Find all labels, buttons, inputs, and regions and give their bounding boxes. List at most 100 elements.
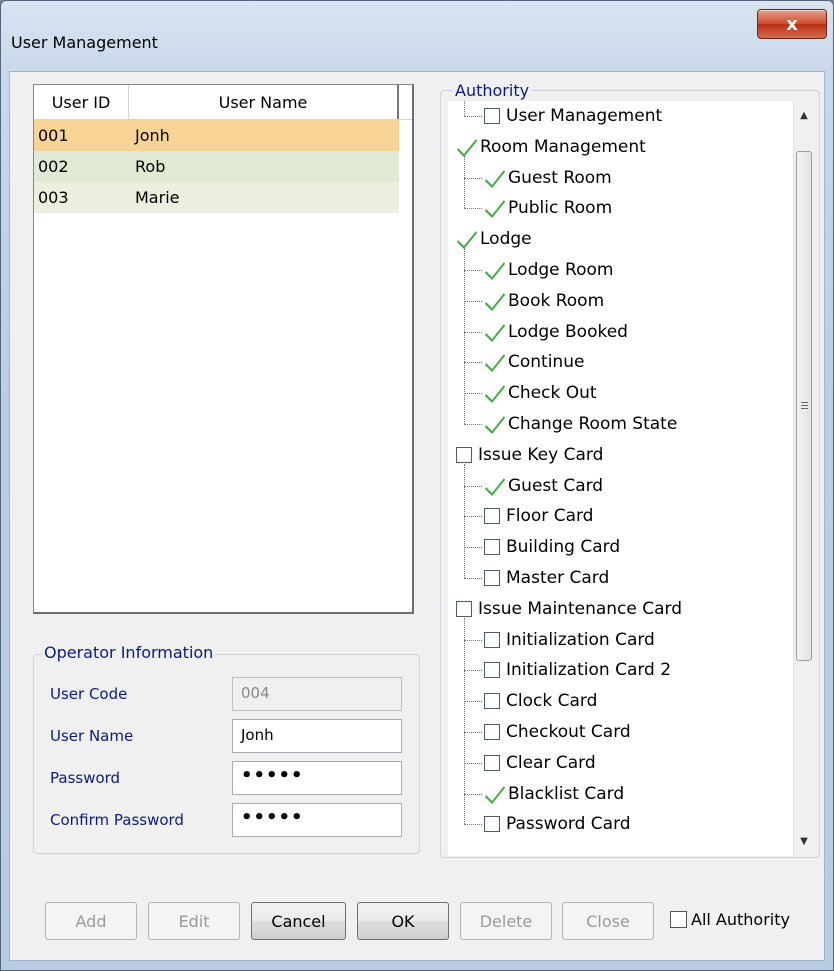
column-header-user-id[interactable]: User ID [34,85,129,119]
authority-group: Authority ▲ ▼ User Management Room Manage… [440,81,820,858]
checkbox-icon[interactable] [484,662,500,679]
authority-tree-item[interactable]: Floor Card [484,501,593,531]
user-row[interactable]: 003 Marie [34,182,399,213]
tree-connector-line [464,393,482,395]
checkbox-icon[interactable] [484,108,500,124]
checkbox-icon[interactable] [484,693,500,710]
authority-tree-item[interactable]: Guest Card [484,471,603,501]
authority-tree-item[interactable]: Lodge Room [484,255,613,285]
green-checkmark-icon[interactable] [484,351,506,373]
password-field[interactable]: ••••• [232,761,402,795]
authority-tree[interactable]: ▲ ▼ User Management Room Management Guest … [448,101,813,856]
authority-scrollbar[interactable]: ▲ ▼ [793,101,813,856]
green-checkmark-icon[interactable] [484,783,506,805]
authority-item-label: Initialization Card [506,629,655,650]
authority-tree-item[interactable]: Book Room [484,286,604,316]
green-checkmark-icon[interactable] [456,228,478,250]
authority-tree-item[interactable]: Blacklist Card [484,779,624,809]
tree-connector-line [464,463,465,578]
confirm-password-field[interactable]: ••••• [232,803,402,837]
authority-tree-item[interactable]: Guest Room [484,163,612,193]
authority-tree-item[interactable]: Checkout Card [484,717,631,747]
add-button[interactable]: Add [45,902,137,940]
scrollbar-thumb[interactable] [796,151,812,661]
scroll-up-arrow-icon[interactable]: ▲ [794,105,813,125]
checkbox-icon[interactable] [484,570,500,586]
green-checkmark-icon[interactable] [456,136,478,158]
authority-tree-item[interactable]: Password Card [484,809,631,839]
tree-connector-line [464,670,482,672]
user-code-field[interactable]: 004 [232,677,402,711]
user-id-cell: 001 [38,126,69,145]
tree-connector-line [464,701,482,703]
authority-item-label: Change Room State [508,414,678,434]
green-checkmark-icon[interactable] [484,475,506,497]
authority-tree-item[interactable]: User Management [484,101,662,131]
authority-item-label: Issue Key Card [478,444,604,465]
green-checkmark-icon[interactable] [484,197,506,219]
authority-item-label: Password Card [506,814,631,835]
checkbox-icon[interactable] [484,539,500,556]
authority-tree-item[interactable]: Lodge [456,224,532,254]
authority-tree-item[interactable]: Building Card [484,532,620,562]
checkbox-icon[interactable] [484,816,500,833]
authority-item-label: Initialization Card 2 [506,660,672,681]
authority-tree-item[interactable]: Check Out [484,378,597,408]
checkbox-icon[interactable] [484,754,500,771]
window-title: User Management [11,33,158,52]
green-checkmark-icon[interactable] [484,321,506,343]
all-authority-checkbox[interactable]: All Authority [670,910,790,929]
green-checkmark-icon[interactable] [484,167,506,189]
tree-connector-line [464,824,482,826]
user-list[interactable]: User ID User Name 001 Jonh 002 Rob 003 M… [33,84,414,614]
authority-tree-item[interactable]: Issue Maintenance Card [456,594,682,624]
checkbox-icon[interactable] [456,600,472,617]
tree-connector-line [464,547,482,549]
authority-tree-item[interactable]: Continue [484,347,584,377]
green-checkmark-icon[interactable] [484,382,506,404]
green-checkmark-icon[interactable] [484,259,506,281]
title-bar: User Management x [1,1,833,71]
close-button[interactable]: Close [562,902,654,940]
checkbox-icon[interactable] [484,508,500,525]
close-window-button[interactable]: x [757,9,827,39]
authority-item-label: Blacklist Card [508,783,625,804]
checkbox-icon[interactable] [484,724,500,740]
column-header-user-name[interactable]: User Name [129,85,399,119]
authority-item-label: Room Management [480,136,646,157]
checkbox-icon[interactable] [484,631,500,648]
edit-button[interactable]: Edit [148,902,240,940]
checkbox-icon[interactable] [456,446,472,463]
ok-button[interactable]: OK [357,902,449,940]
tree-connector-line [464,578,482,579]
authority-item-label: User Management [506,106,663,126]
authority-item-label: Building Card [506,537,621,558]
authority-item-label: Clock Card [506,691,598,712]
grip-line [801,405,808,406]
user-row[interactable]: 001 Jonh [34,120,399,151]
confirm-password-label: Confirm Password [50,811,184,829]
authority-item-label: Lodge Booked [508,321,628,342]
green-checkmark-icon[interactable] [484,290,506,312]
checkbox-box [670,911,687,928]
user-name-field[interactable]: Jonh [232,719,402,753]
scroll-down-arrow-icon[interactable]: ▼ [794,831,813,851]
authority-tree-item[interactable]: Initialization Card [484,625,655,655]
authority-tree-item[interactable]: Public Room [484,193,612,223]
authority-item-label: Clear Card [506,752,596,773]
password-label: Password [50,769,121,787]
authority-tree-item[interactable]: Lodge Booked [484,317,628,347]
authority-tree-item[interactable]: Initialization Card 2 [484,655,671,685]
authority-tree-item[interactable]: Clock Card [484,686,597,716]
authority-item-label: Continue [508,352,585,373]
cancel-button[interactable]: Cancel [251,902,346,940]
authority-tree-item[interactable]: Issue Key Card [456,440,603,470]
authority-tree-item[interactable]: Room Management [456,132,646,162]
user-row[interactable]: 002 Rob [34,151,399,182]
green-checkmark-icon[interactable] [484,413,506,435]
authority-tree-item[interactable]: Clear Card [484,748,596,778]
authority-tree-item[interactable]: Change Room State [484,409,677,439]
authority-tree-item[interactable]: Master Card [484,563,609,593]
delete-button[interactable]: Delete [460,902,552,940]
grip-line [801,402,808,403]
